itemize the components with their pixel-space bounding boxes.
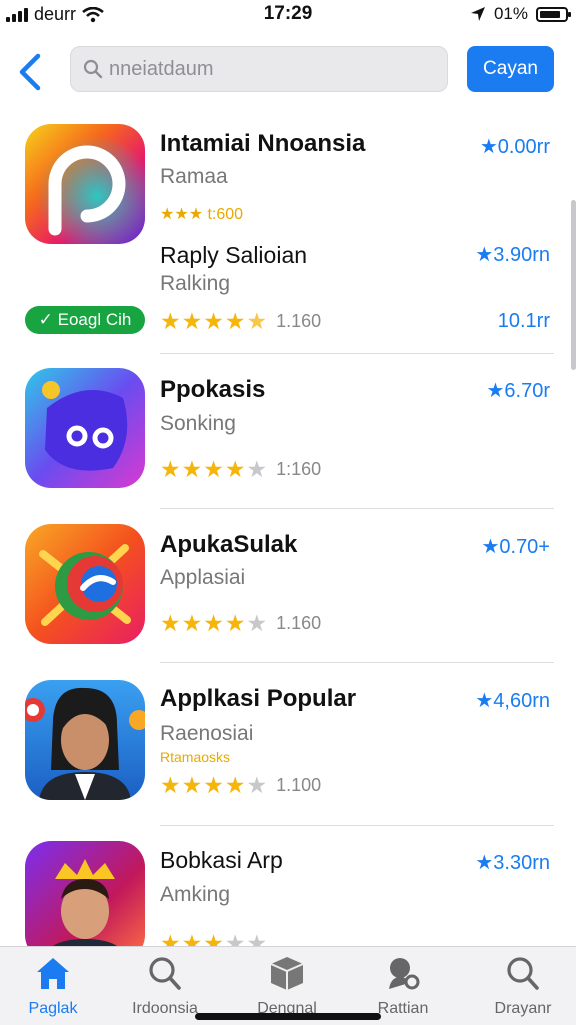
back-button[interactable] <box>12 48 52 92</box>
chevron-left-icon <box>19 53 41 91</box>
search-header: Cayan <box>0 40 576 100</box>
tab-label: Drayanr <box>494 1000 552 1017</box>
app-icon-3[interactable] <box>25 524 145 644</box>
rating-stars: ★ ★ ★ ★ ★ 1:160 <box>160 456 321 483</box>
status-bar: deurr 17:29 01% <box>0 0 576 30</box>
star-icon: ★ <box>181 610 203 636</box>
app-icon-2-art <box>25 368 145 488</box>
star-icon: ★ <box>246 308 268 334</box>
rating-count: 1.160 <box>276 311 322 331</box>
app-name: Ppokasis <box>160 376 266 403</box>
divider <box>160 662 554 663</box>
search-field[interactable] <box>70 46 448 92</box>
rating-stars: ★ ★ ★ ★ ★ 1.160 <box>160 610 321 637</box>
star-icon: ★ <box>160 610 181 636</box>
app-name: Bobkasi Arp <box>160 847 283 873</box>
person-search-icon <box>389 958 420 990</box>
star-icon: ★ <box>203 930 224 946</box>
divider <box>160 825 554 826</box>
star-icon: ★ <box>246 610 268 636</box>
search-input[interactable] <box>107 56 431 82</box>
star-icon: ★ <box>160 456 181 482</box>
star-icon: ★ <box>181 772 203 798</box>
star-icon: ★ <box>203 772 224 798</box>
star-icon: ★ <box>203 456 224 482</box>
tab-dengnal[interactable]: Dengnal <box>237 955 337 1018</box>
app-name: Raply Salioian <box>160 242 308 268</box>
tab-label: Paglak <box>28 1000 78 1017</box>
price-button[interactable]: ★0.00rr <box>480 134 550 159</box>
tab-paglak[interactable]: Paglak <box>3 955 103 1018</box>
app-icon-1-art <box>25 124 145 244</box>
star-icon: ★ <box>224 772 246 798</box>
app-name: Applkasi Popular <box>160 685 357 712</box>
star-icon: ★ <box>246 772 268 798</box>
star-icon: ★ <box>224 610 246 636</box>
scrollbar[interactable] <box>571 200 576 370</box>
star-icon: ★ <box>246 456 268 482</box>
star-icon: ★ <box>181 456 203 482</box>
app-icon-2[interactable] <box>25 368 145 488</box>
search-icon <box>149 957 181 990</box>
price-button[interactable]: ★0.70+ <box>481 534 550 559</box>
search-icon <box>83 59 103 79</box>
app-subtitle: Applasiai <box>160 566 246 589</box>
app-icon-5-art <box>25 841 145 946</box>
app-subtitle: Sonking <box>160 412 236 435</box>
price-button[interactable]: ★6.70r <box>486 378 550 403</box>
star-icon: ★ <box>224 930 246 946</box>
battery-icon <box>536 6 571 22</box>
status-right: 01% <box>470 4 571 24</box>
star-icon: ★ <box>160 772 181 798</box>
status-badge[interactable]: ✓ Eoagl Cih <box>25 306 145 334</box>
tab-irdoonsia[interactable]: Irdoonsia <box>115 955 215 1018</box>
app-icon-1[interactable] <box>25 124 145 244</box>
app-subtitle: Raenosiai <box>160 722 254 745</box>
results-list[interactable]: Intamiai Nnoansia Ramaa ★★★ t:600 ★0.00r… <box>0 110 576 946</box>
rating-count: 1.160 <box>276 613 322 633</box>
price-secondary[interactable]: 10.1rr <box>498 310 550 333</box>
star-icon: ★ <box>160 930 181 946</box>
tab-drayanr[interactable]: Drayanr <box>473 955 573 1018</box>
star-icon: ★ <box>203 308 224 334</box>
rating-count: 1.100 <box>276 775 322 795</box>
location-icon <box>470 7 485 21</box>
app-tag: ★★★ t:600 <box>160 206 244 223</box>
star-icon: ★ <box>246 930 268 946</box>
app-name: ApukaSulak <box>160 531 298 558</box>
app-subtitle: Ramaa <box>160 165 228 188</box>
star-icon: ★ <box>181 930 203 946</box>
star-icon: ★ <box>224 456 246 482</box>
rating-count: 1:160 <box>276 459 322 479</box>
price-button[interactable]: ★4,60rn <box>475 688 550 713</box>
app-tag: Rtamaosks <box>160 749 231 765</box>
divider <box>160 508 554 509</box>
cancel-button[interactable]: Cayan <box>467 46 554 92</box>
app-icon-4-art <box>25 680 145 800</box>
star-icon: ★ <box>181 308 203 334</box>
tab-rattian[interactable]: Rattian <box>353 955 453 1018</box>
app-icon-4[interactable] <box>25 680 145 800</box>
rating-stars: ★ ★ ★ ★ ★ <box>160 930 267 946</box>
star-icon: ★ <box>224 308 246 334</box>
battery-percent: 01% <box>493 4 528 23</box>
app-subtitle: Ralking <box>160 272 231 295</box>
app-icon-5[interactable] <box>25 841 145 946</box>
box-icon <box>270 957 304 990</box>
home-icon <box>37 958 69 989</box>
home-indicator[interactable] <box>195 1013 381 1020</box>
rating-stars: ★ ★ ★ ★ ★ 1.160 <box>160 308 321 335</box>
star-icon: ★ <box>203 610 224 636</box>
app-name: Intamiai Nnoansia <box>160 130 366 157</box>
divider <box>160 353 554 354</box>
price-button[interactable]: ★3.30rn <box>475 850 550 875</box>
star-icon: ★ <box>160 308 181 334</box>
price-button[interactable]: ★3.90rn <box>475 242 550 267</box>
app-subtitle: Amking <box>160 883 231 906</box>
search-icon <box>507 957 539 990</box>
app-icon-3-art <box>25 524 145 644</box>
rating-stars: ★ ★ ★ ★ ★ 1.100 <box>160 772 321 799</box>
